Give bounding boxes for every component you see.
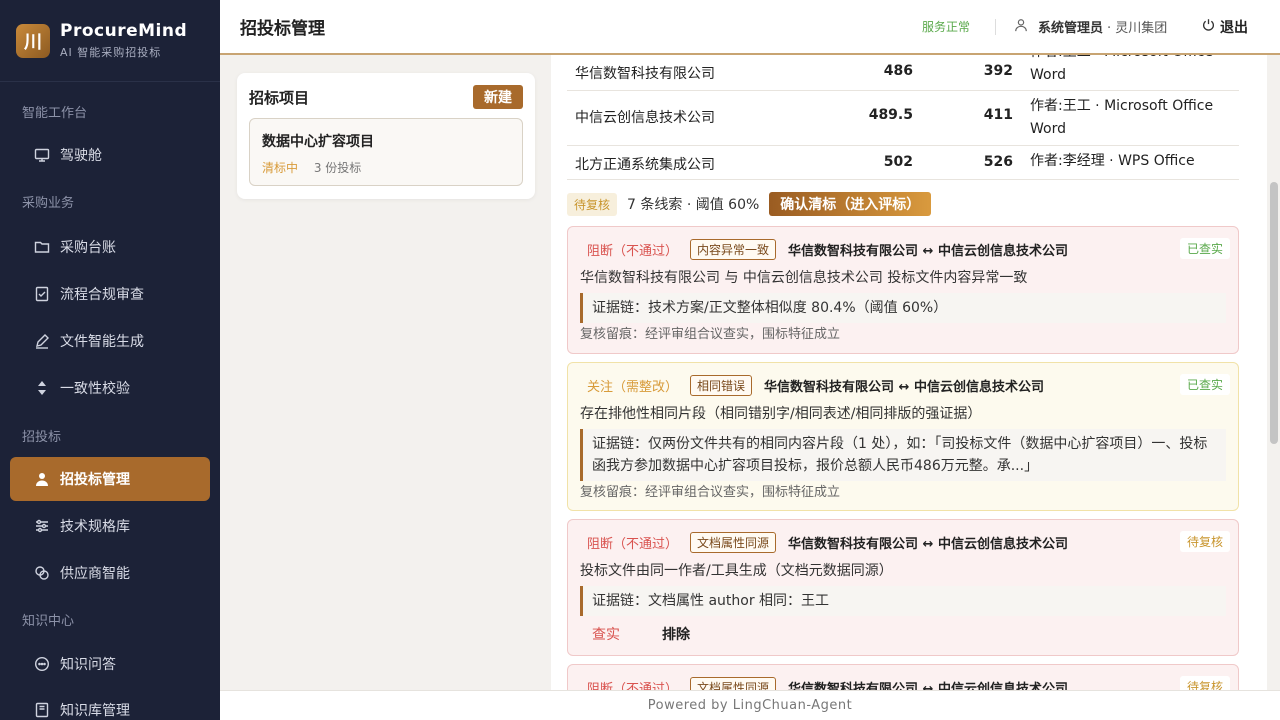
evidence-chain: 证据链：技术方案/正文整体相似度 80.4%（阈值 60%） [580,293,1226,323]
scrollbar[interactable] [1270,182,1278,444]
bidder-meta: 作者:王工 · Microsoft Office Word [1030,55,1213,83]
clue-description: 存在排他性相同片段（相同错别字/相同表述/相同排版的强证据） [580,406,982,422]
sidebar-item-ledger[interactable]: 采购台账 [10,225,210,269]
clue-type-tag: 文档属性同源 [690,677,777,690]
nav-section-workbench: 智能工作台 [22,106,88,121]
power-icon [1202,18,1215,35]
link-icon [34,565,50,581]
folder-icon [34,239,50,255]
confirm-clearance-button[interactable]: 确认清标（进入评标） [769,192,932,216]
user-icon [34,471,50,487]
evidence-chain: 证据链：文档属性 author 相同：王工 [580,586,1226,616]
brand: 川 ProcureMind AI 智能采购招投标 [0,0,220,82]
bidder-name: 北方正通系统集成公司 [575,157,715,173]
nav-section-knowledge: 知识中心 [22,614,75,629]
clue-state-badge: 待复核 [1179,531,1230,552]
user-icon [1014,18,1028,36]
clue-type-tag: 内容异常一致 [690,239,777,260]
clue-card: 阻断（不通过） 内容异常一致 华信数智科技有限公司 ↔ 中信云创信息技术公司 已… [567,226,1239,354]
sidebar-item-bid-management[interactable]: 招投标管理 [10,457,210,501]
divider [995,18,996,35]
sidebar-item-docgen[interactable]: 文件智能生成 [10,319,210,363]
bidder-name: 中信云创信息技术公司 [575,110,715,126]
table-row: 中信云创信息技术公司 489.5 411 作者:王工 · Microsoft O… [567,91,1239,146]
sort-icon [34,380,50,396]
bidder-value-2: 392 [983,63,1013,79]
pen-icon [34,333,50,349]
brand-name: ProcureMind [60,21,188,41]
clue-type-tag: 文档属性同源 [690,532,777,553]
bidder-value-1: 486 [883,63,913,79]
monitor-icon [34,147,50,163]
clue-content: 华信数智科技有限公司 486 392 作者:王工 · Microsoft Off… [551,55,1267,690]
review-note: 复核留痕：经评审组合议查实，围标特征成立 [580,485,841,500]
sidebar-item-qa[interactable]: 知识问答 [10,642,210,686]
bidder-value-1: 502 [883,154,913,170]
table-row: 北方正通系统集成公司 502 526 作者:李经理 · WPS Office [567,146,1239,180]
footer: Powered by LingChuan-Agent [220,690,1280,720]
clue-description: 华信数智科技有限公司 与 中信云创信息技术公司 投标文件内容异常一致 [580,270,1028,286]
sidebar-item-compliance[interactable]: 流程合规审查 [10,272,210,316]
clue-type-tag: 相同错误 [690,375,753,396]
sidebar-item-spec-library[interactable]: 技术规格库 [10,504,210,548]
project-card[interactable]: 数据中心扩容项目 清标中 3 份投标 [249,118,523,186]
sidebar: 川 ProcureMind AI 智能采购招投标 智能工作台 驾驶舱 采购业务 … [0,0,220,720]
confirm-clue-button[interactable]: 查实 [592,624,620,644]
clue-state-badge: 待复核 [1179,676,1230,690]
severity-label: 阻断（不通过） [587,537,679,552]
bidder-name: 华信数智科技有限公司 [575,66,715,82]
sliders-icon [34,518,50,534]
clue-description: 投标文件由同一作者/工具生成（文档元数据同源） [580,563,893,579]
user-org: · 灵川集团 [1107,21,1168,36]
project-panel: 招标项目 新建 数据中心扩容项目 清标中 3 份投标 [237,73,535,199]
clue-card: 阻断（不通过） 文档属性同源 华信数智科技有限公司 ↔ 中信云创信息技术公司 待… [567,664,1239,690]
sidebar-item-consistency[interactable]: 一致性校验 [10,366,210,410]
sidebar-item-supplier[interactable]: 供应商智能 [10,551,210,595]
project-panel-title: 招标项目 [249,88,310,107]
bidder-pair: 华信数智科技有限公司 ↔ 中信云创信息技术公司 [788,682,1068,690]
logout-button[interactable]: 退出 [1202,17,1248,37]
nav-section-procurement: 采购业务 [22,196,75,211]
clue-state-badge: 已查实 [1179,374,1230,395]
user-name: 系统管理员 [1038,21,1104,36]
clue-count: 7 条线索 · 阈值 60% [627,197,760,213]
nav-section-bidding: 招投标 [22,430,62,445]
brand-logo: 川 [16,23,50,58]
evidence-chain: 证据链：仅两份文件共有的相同内容片段（1 处），如：「司投标文件（数据中心扩容项… [580,429,1226,481]
review-note: 复核留痕：经评审组合议查实，围标特征成立 [580,327,841,342]
exclude-clue-button[interactable]: 排除 [662,624,690,644]
clue-card: 关注（需整改） 相同错误 华信数智科技有限公司 ↔ 中信云创信息技术公司 已查实… [567,362,1239,511]
clue-summary: 待复核 7 条线索 · 阈值 60% 确认清标（进入评标） [567,192,932,216]
user-menu[interactable]: 系统管理员 · 灵川集团 [1014,17,1167,36]
bidder-value-1: 489.5 [868,107,913,123]
bidder-pair: 华信数智科技有限公司 ↔ 中信云创信息技术公司 [788,537,1068,552]
bidder-value-2: 526 [983,154,1013,170]
topbar: 招投标管理 服务正常 系统管理员 · 灵川集团 退出 [220,0,1280,55]
project-status: 清标中 [262,161,299,175]
chat-icon [34,656,50,672]
project-bid-count: 3 份投标 [313,161,362,175]
sidebar-item-cockpit[interactable]: 驾驶舱 [10,133,210,177]
bidder-pair: 华信数智科技有限公司 ↔ 中信云创信息技术公司 [764,380,1044,395]
bidder-value-2: 411 [983,107,1013,123]
sidebar-item-kb[interactable]: 知识库管理 [10,688,210,720]
brand-subtitle: AI 智能采购招投标 [60,46,162,59]
bidder-meta: 作者:李经理 · WPS Office [1030,153,1195,169]
new-project-button[interactable]: 新建 [473,85,523,109]
bidder-meta: 作者:王工 · Microsoft Office Word [1030,98,1214,137]
severity-label: 阻断（不通过） [587,244,679,259]
checklist-icon [34,286,50,302]
project-name: 数据中心扩容项目 [262,134,374,150]
bidder-pair: 华信数智科技有限公司 ↔ 中信云创信息技术公司 [788,244,1068,259]
severity-label: 阻断（不通过） [587,682,679,690]
book-icon [34,702,50,718]
clue-card: 阻断（不通过） 文档属性同源 华信数智科技有限公司 ↔ 中信云创信息技术公司 待… [567,519,1239,656]
table-row: 华信数智科技有限公司 486 392 作者:王工 · Microsoft Off… [567,55,1239,91]
clue-state-badge: 已查实 [1179,238,1230,259]
severity-label: 关注（需整改） [587,380,679,395]
service-status: 服务正常 [922,20,971,34]
pending-tag: 待复核 [567,192,618,216]
page-title: 招投标管理 [240,19,325,39]
